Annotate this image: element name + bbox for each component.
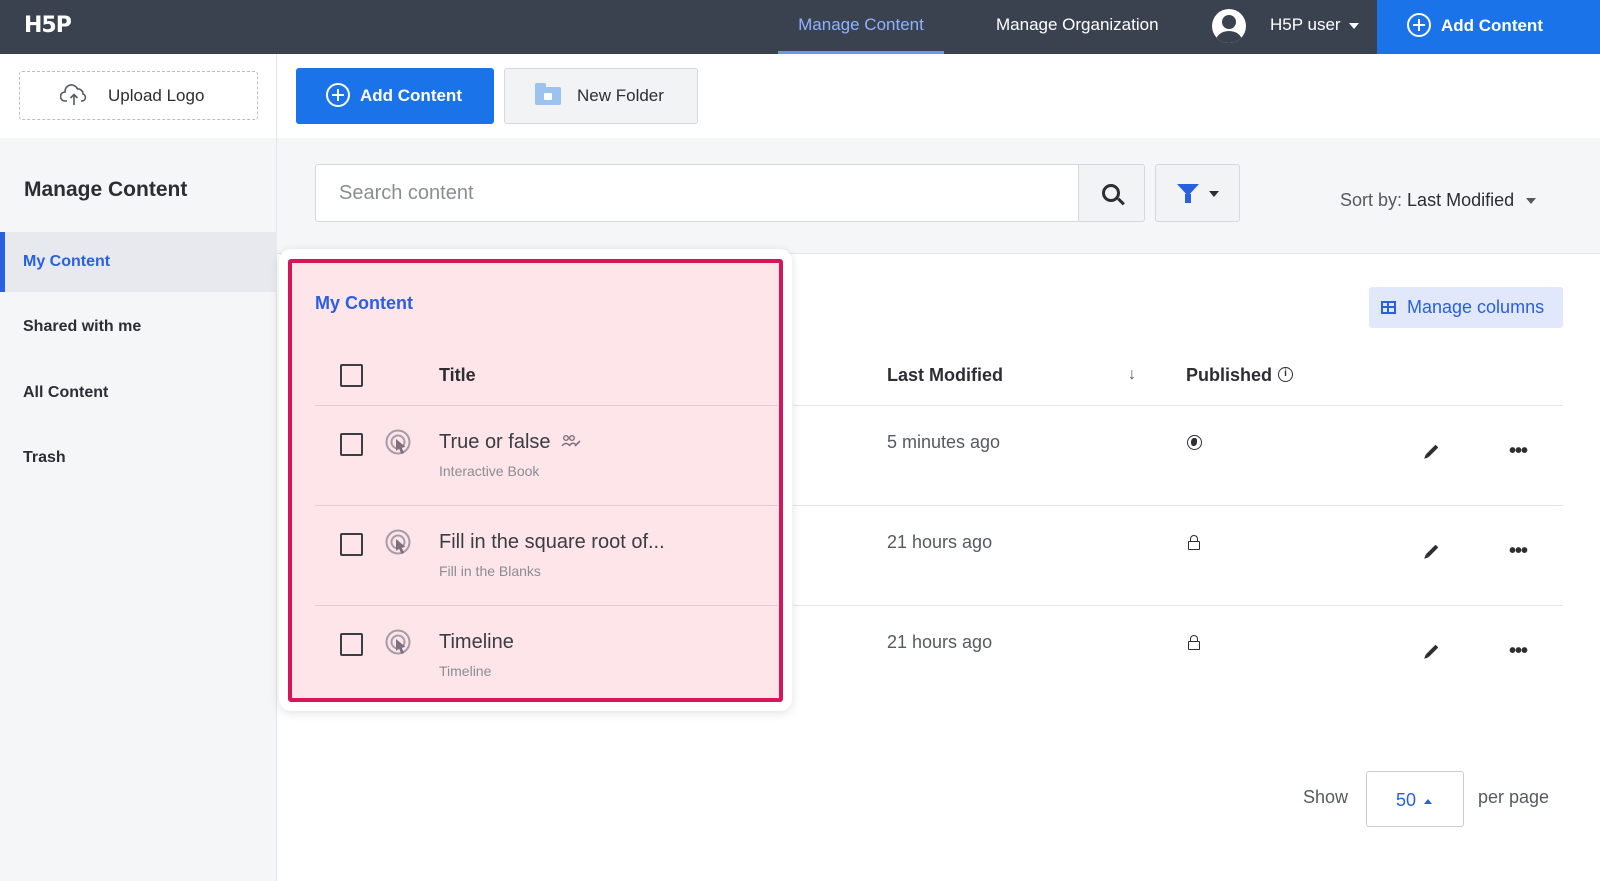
sidebar-item-my-content[interactable]: My Content: [0, 232, 277, 292]
nav-manage-content[interactable]: Manage Content: [778, 0, 944, 54]
row-2-title[interactable]: Fill in the square root of...: [439, 531, 665, 554]
row-checkbox[interactable]: [340, 533, 363, 556]
folder-icon: [535, 83, 561, 105]
search-box: [315, 164, 1079, 222]
table-grid-icon: [1381, 301, 1396, 314]
column-header-published: Published i: [1186, 365, 1294, 386]
more-options-icon[interactable]: •••: [1509, 641, 1528, 661]
top-add-content-label: Add Content: [1441, 16, 1543, 35]
top-navbar: H5P Manage Content Manage Organization H…: [0, 0, 1600, 54]
row-checkbox[interactable]: [340, 633, 363, 656]
row-3-content-type: Timeline: [439, 663, 492, 679]
globe-icon: [1187, 435, 1202, 450]
content-type-icon: [385, 529, 411, 555]
chevron-down-icon: [1348, 22, 1359, 29]
sort-value: Last Modified: [1407, 190, 1515, 210]
manage-columns-label: Manage columns: [1407, 297, 1545, 317]
row-3-last-modified: 21 hours ago: [887, 632, 993, 652]
column-header-last-modified[interactable]: Last Modified: [887, 365, 1003, 386]
row-divider: [793, 405, 1563, 406]
upload-logo-button[interactable]: Upload Logo: [19, 71, 258, 120]
lock-icon: [1188, 635, 1200, 650]
sort-arrow-down-icon[interactable]: ↓: [1128, 366, 1136, 384]
h5p-logo[interactable]: H5P: [24, 13, 72, 38]
row-1-title[interactable]: True or false: [439, 431, 581, 454]
row-2-last-modified: 21 hours ago: [887, 532, 993, 552]
plus-circle-icon: [1407, 12, 1431, 37]
shared-users-icon: [560, 434, 581, 447]
plus-circle-icon: [326, 82, 350, 107]
content-toolbar: Add Content New Folder: [277, 54, 1600, 138]
chevron-down-icon: [1526, 198, 1537, 205]
content-type-icon: [385, 429, 411, 455]
row-3-title[interactable]: Timeline: [439, 631, 514, 654]
filter-icon: [1177, 184, 1199, 203]
row-1-title-text: True or false: [439, 431, 551, 453]
new-folder-button[interactable]: New Folder: [504, 68, 698, 124]
section-title-my-content: My Content: [315, 293, 413, 313]
add-content-button[interactable]: Add Content: [296, 68, 494, 124]
user-avatar-icon[interactable]: [1212, 9, 1246, 43]
select-all-checkbox[interactable]: [340, 364, 363, 387]
row-1-content-type: Interactive Book: [439, 463, 540, 479]
per-page-label: per page: [1478, 787, 1550, 807]
sidebar-item-trash[interactable]: Trash: [0, 428, 277, 488]
more-options-icon[interactable]: •••: [1509, 441, 1528, 461]
info-icon[interactable]: i: [1278, 366, 1294, 382]
top-add-content-button[interactable]: Add Content: [1377, 0, 1600, 54]
user-menu[interactable]: H5P user: [1270, 0, 1359, 50]
search-icon: [1102, 184, 1120, 202]
row-checkbox[interactable]: [340, 433, 363, 456]
sort-dropdown[interactable]: Sort by: Last Modified: [1340, 190, 1537, 211]
row-1-last-modified: 5 minutes ago: [887, 432, 1001, 452]
cloud-upload-icon: [60, 84, 87, 105]
search-input[interactable]: [316, 165, 1078, 221]
row-divider: [315, 605, 778, 606]
search-button[interactable]: [1078, 164, 1145, 222]
show-label: Show: [1303, 787, 1349, 807]
user-name: H5P user: [1270, 15, 1341, 34]
per-page-select[interactable]: 50: [1366, 771, 1464, 827]
row-divider: [315, 505, 778, 506]
row-divider: [793, 505, 1563, 506]
add-content-label: Add Content: [360, 86, 462, 105]
column-header-title[interactable]: Title: [439, 365, 476, 386]
row-divider: [315, 405, 778, 406]
manage-columns-button[interactable]: Manage columns: [1369, 287, 1563, 328]
lock-icon: [1188, 535, 1200, 550]
published-label: Published: [1186, 365, 1273, 385]
per-page-value: 50: [1396, 790, 1417, 810]
sort-label: Sort by:: [1340, 190, 1403, 210]
content-type-icon: [385, 629, 411, 655]
new-folder-label: New Folder: [577, 86, 664, 105]
row-divider: [793, 605, 1563, 606]
sidebar-item-all-content[interactable]: All Content: [0, 363, 277, 423]
row-2-content-type: Fill in the Blanks: [439, 563, 541, 579]
sidebar: Manage Content My Content Shared with me…: [0, 138, 277, 881]
chevron-up-icon: [1424, 798, 1433, 804]
logo-panel: Upload Logo: [0, 54, 277, 138]
nav-manage-organization[interactable]: Manage Organization: [996, 0, 1159, 54]
more-options-icon[interactable]: •••: [1509, 541, 1528, 561]
upload-logo-label: Upload Logo: [108, 86, 205, 105]
filter-button[interactable]: [1155, 164, 1240, 222]
sidebar-item-shared-with-me[interactable]: Shared with me: [0, 297, 277, 357]
sidebar-title: Manage Content: [24, 178, 188, 201]
chevron-down-icon: [1209, 191, 1219, 197]
